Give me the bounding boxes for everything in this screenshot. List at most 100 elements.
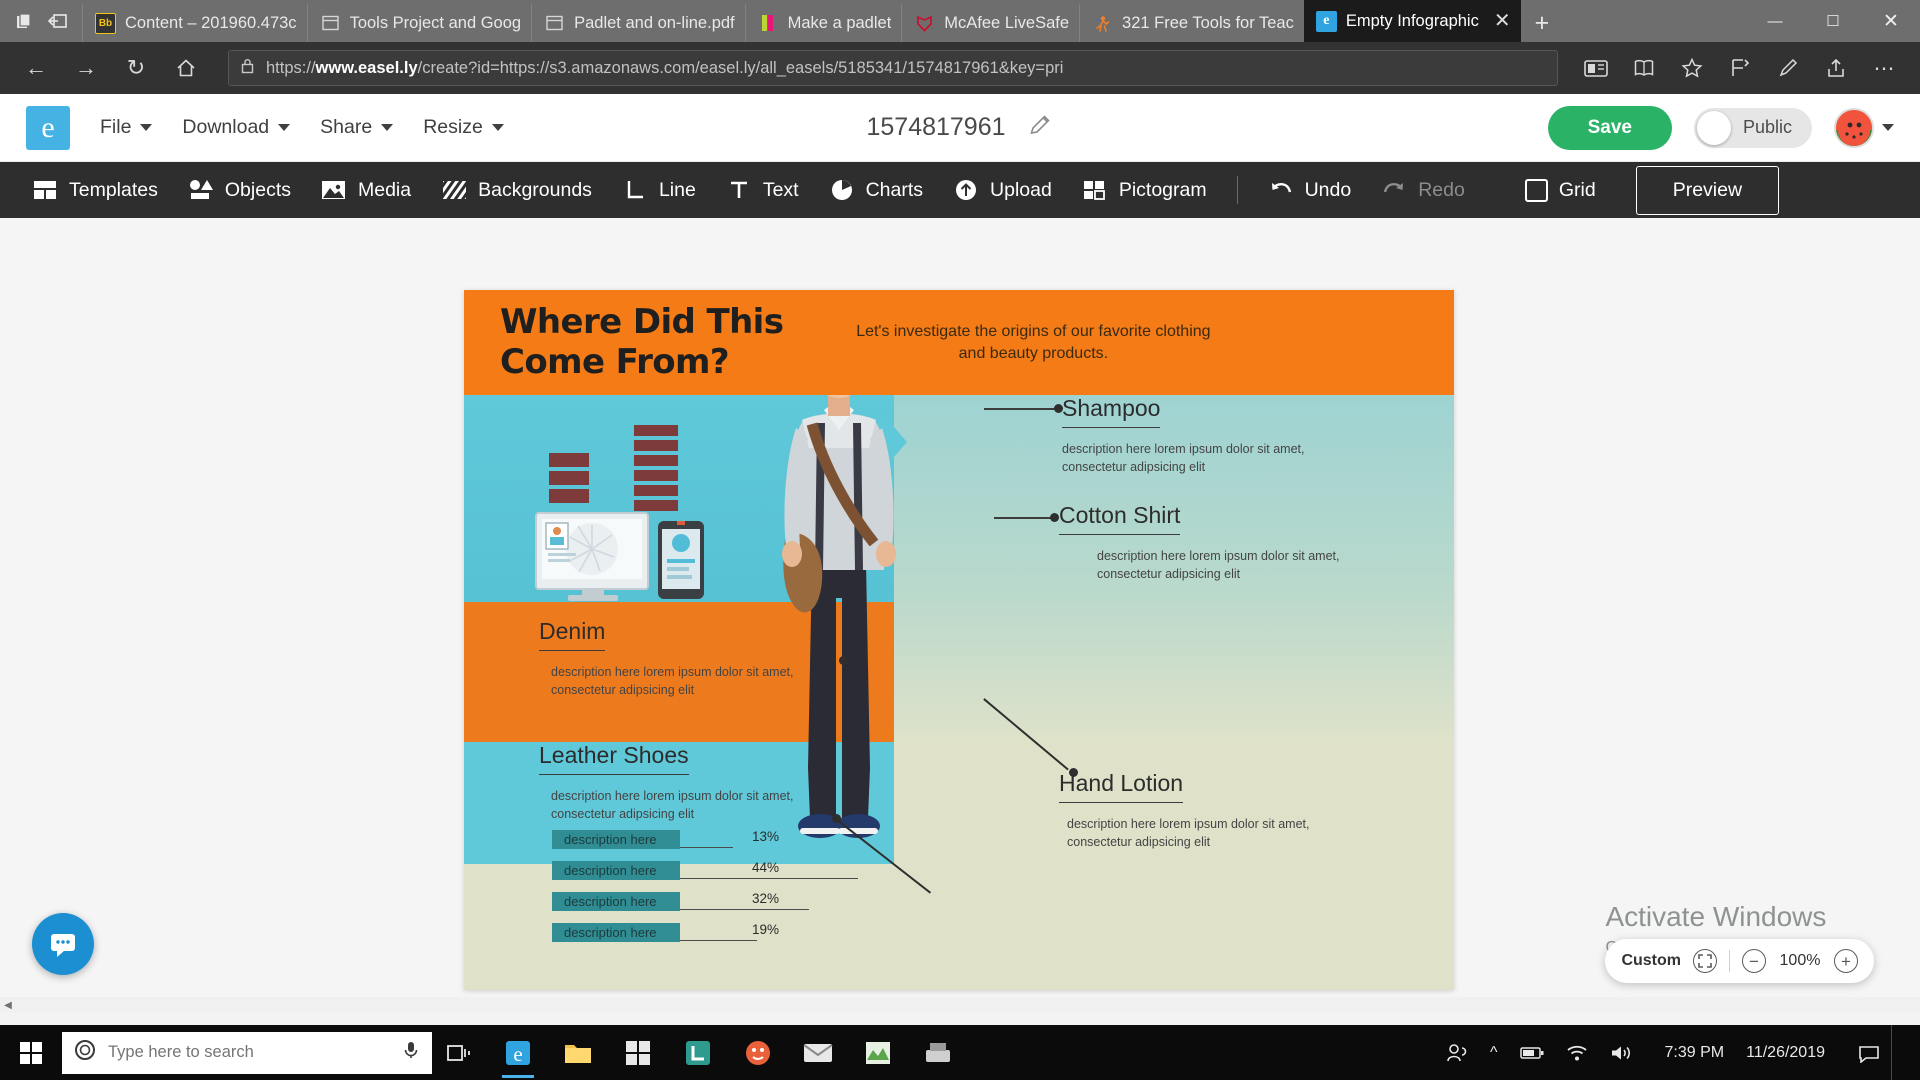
fit-screen-icon[interactable] [1693, 949, 1717, 973]
taskbar-app-mail[interactable] [788, 1025, 848, 1080]
avatar[interactable] [1834, 107, 1874, 148]
book-icon[interactable] [1622, 46, 1666, 90]
task-view-button[interactable] [432, 1025, 488, 1080]
taskbar-app-microsoft-store[interactable] [608, 1025, 668, 1080]
browser-tab-0[interactable]: Bb Content – 201960.473c [82, 4, 307, 42]
tool-line[interactable]: Line [622, 177, 696, 203]
scroll-left-icon[interactable]: ◀ [0, 1000, 16, 1011]
chevron-up-icon[interactable]: ^ [1479, 1025, 1509, 1080]
media-icon [321, 177, 347, 203]
taskbar-app-respondus[interactable] [728, 1025, 788, 1080]
star-icon[interactable] [1670, 46, 1714, 90]
easelly-logo[interactable]: e [26, 105, 70, 150]
grid-toggle[interactable]: Grid [1524, 178, 1596, 202]
menu-file[interactable]: File [100, 116, 153, 139]
label-name: Cotton Shirt [1059, 502, 1181, 535]
tool-backgrounds[interactable]: Backgrounds [441, 177, 592, 203]
page-horizontal-scrollbar[interactable]: ◀ [0, 997, 1920, 1013]
taskbar-app-file-explorer[interactable] [548, 1025, 608, 1080]
minus-icon[interactable]: − [1742, 949, 1766, 973]
bar-fill: description here [552, 922, 680, 942]
undo-button[interactable]: Undo [1268, 177, 1351, 203]
mail-icon [803, 1043, 833, 1062]
title-line-1: Where Did This [500, 302, 784, 343]
tool-text[interactable]: Text [726, 177, 799, 203]
cortana-icon [74, 1039, 96, 1066]
show-desktop-button[interactable] [1891, 1025, 1914, 1080]
menu-resize[interactable]: Resize [423, 116, 504, 139]
microphone-icon[interactable] [402, 1040, 420, 1065]
notifications-icon[interactable] [1847, 1025, 1891, 1080]
address-bar[interactable]: https://www.easel.ly/create?id=https://s… [228, 50, 1558, 86]
taskbar-app-excel[interactable] [848, 1025, 908, 1080]
home-button[interactable] [164, 46, 208, 90]
preview-button[interactable]: Preview [1635, 165, 1780, 215]
menu-share[interactable]: Share [320, 116, 394, 139]
ellipsis-icon[interactable]: ⋯ [1862, 46, 1906, 90]
back-button[interactable]: ← [14, 46, 58, 90]
visibility-toggle[interactable]: Public [1693, 107, 1812, 148]
volume-icon[interactable] [1599, 1025, 1643, 1080]
pen-icon[interactable] [1766, 46, 1810, 90]
minimize-button[interactable]: — [1746, 0, 1804, 42]
document-title[interactable]: 1574817961 [866, 113, 1005, 142]
new-tab-button[interactable]: + [1521, 4, 1564, 42]
browser-tab-5[interactable]: 321 Free Tools for Teac [1079, 4, 1304, 42]
watermark-line-1: Activate Windows [1605, 901, 1827, 932]
canvas-area[interactable]: Where Did This Come From? Let's investig… [0, 218, 1920, 1013]
tab-preview-icon[interactable] [14, 11, 34, 31]
maximize-button[interactable]: ☐ [1804, 0, 1862, 42]
tool-media[interactable]: Media [321, 177, 411, 203]
search-input[interactable] [108, 1043, 390, 1062]
tool-pictogram[interactable]: Pictogram [1082, 177, 1207, 203]
reading-view-icon[interactable] [1574, 46, 1618, 90]
redo-button[interactable]: Redo [1381, 177, 1465, 203]
refresh-button[interactable]: ↻ [114, 46, 158, 90]
people-icon[interactable] [1435, 1025, 1479, 1080]
menu-download[interactable]: Download [182, 116, 291, 139]
close-icon[interactable]: ✕ [1494, 11, 1511, 31]
label-leather-shoes[interactable]: Leather Shoes description here lorem ips… [539, 742, 851, 823]
label-denim[interactable]: Denim description here lorem ipsum dolor… [539, 618, 851, 699]
infographic-canvas[interactable]: Where Did This Come From? Let's investig… [464, 290, 1454, 990]
chat-widget-button[interactable] [32, 913, 94, 975]
taskbar-app-microsoft-edge[interactable]: e [488, 1025, 548, 1080]
browser-tab-2[interactable]: Padlet and on-line.pdf [531, 4, 745, 42]
close-window-button[interactable]: ✕ [1862, 0, 1920, 42]
pencil-icon[interactable] [1028, 112, 1054, 143]
browser-tab-3[interactable]: Make a padlet [744, 4, 902, 42]
label-hand-lotion[interactable]: Hand Lotion description here lorem ipsum… [1059, 770, 1367, 851]
label-cotton-shirt[interactable]: Cotton Shirt description here lorem ipsu… [1059, 502, 1397, 583]
scanner-icon [926, 1042, 950, 1062]
label-shampoo[interactable]: Shampoo description here lorem ipsum dol… [1062, 395, 1362, 476]
browser-tab-4[interactable]: McAfee LiveSafe [901, 4, 1079, 42]
account-menu[interactable] [1834, 107, 1894, 148]
set-tabs-aside-icon[interactable] [48, 11, 68, 31]
taskbar-app-scanner[interactable] [908, 1025, 968, 1080]
browser-tab-6[interactable]: e Empty Infographic ✕ [1303, 0, 1521, 42]
tool-label: Pictogram [1118, 178, 1207, 201]
forward-button[interactable]: → [64, 46, 108, 90]
bar-category-label: description here [564, 893, 657, 909]
tool-upload[interactable]: Upload [953, 177, 1052, 203]
zoom-custom-label[interactable]: Custom [1621, 952, 1681, 970]
templates-icon [32, 177, 58, 203]
wifi-icon[interactable] [1555, 1025, 1599, 1080]
save-button[interactable]: Save [1547, 105, 1672, 150]
plus-icon[interactable]: + [1834, 949, 1858, 973]
tool-templates[interactable]: Templates [32, 177, 158, 203]
grid-checkbox[interactable] [1524, 178, 1548, 202]
share-icon[interactable] [1814, 46, 1858, 90]
zoom-control[interactable]: Custom − 100% + [1605, 939, 1874, 983]
tool-charts[interactable]: Charts [829, 177, 923, 203]
battery-icon[interactable] [1509, 1025, 1555, 1080]
taskbar-search[interactable] [62, 1031, 432, 1074]
start-button[interactable] [0, 1025, 62, 1080]
header-actions: Save Public [1547, 105, 1894, 150]
tool-objects[interactable]: Objects [188, 177, 291, 203]
favorites-icon[interactable] [1718, 46, 1762, 90]
taskbar-clock[interactable]: 7:39 PM 11/26/2019 [1643, 1025, 1847, 1080]
infographic-title: Where Did This Come From? [500, 302, 784, 382]
taskbar-app-lockdown-browser[interactable] [668, 1025, 728, 1080]
browser-tab-1[interactable]: Tools Project and Goog [306, 4, 532, 42]
